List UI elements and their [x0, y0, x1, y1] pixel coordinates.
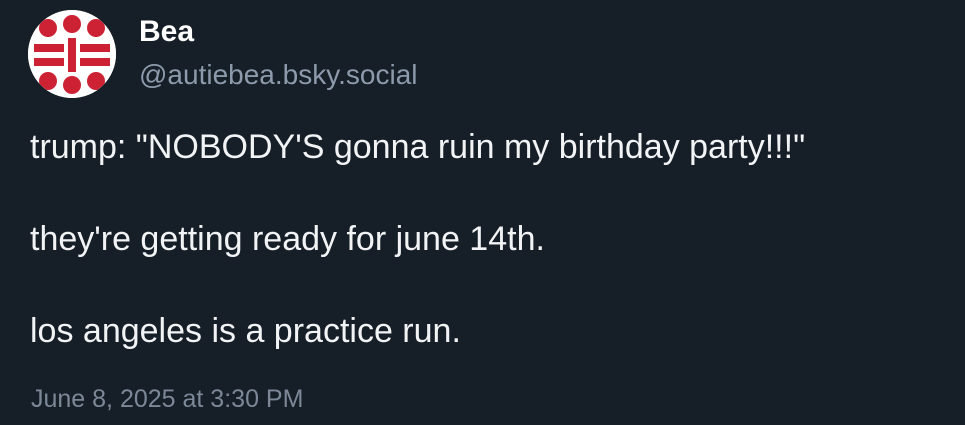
avatar[interactable]	[28, 10, 116, 98]
post-timestamp[interactable]: June 8, 2025 at 3:30 PM	[31, 383, 303, 415]
avatar-icon	[28, 10, 116, 98]
author-handle[interactable]: @autiebea.bsky.social	[139, 58, 418, 92]
post-paragraph: los angeles is a practice run.	[30, 312, 461, 350]
author-display-name[interactable]: Bea	[139, 14, 194, 50]
post-text: trump: "NOBODY'S gonna ruin my birthday …	[30, 124, 955, 354]
post-paragraph: trump: "NOBODY'S gonna ruin my birthday …	[30, 128, 806, 166]
post-card: Bea @autiebea.bsky.social trump: "NOBODY…	[0, 0, 965, 425]
post-paragraph: they're getting ready for june 14th.	[30, 220, 545, 258]
